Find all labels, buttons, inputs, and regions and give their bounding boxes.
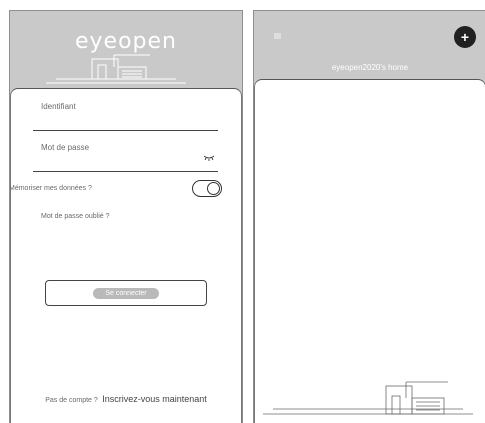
signup-link[interactable]: Inscrivez-vous maintenant — [102, 394, 207, 404]
connect-button-label: Se connecter — [93, 287, 159, 299]
house-illustration — [263, 381, 473, 415]
signup-row: Pas de compte ? Inscrivez-vous maintenan… — [11, 389, 241, 407]
login-screen: eyeopen Identifiant Mot de passe Mémoris… — [9, 10, 243, 423]
forgot-password-link[interactable]: Mot de passe oublié ? — [41, 213, 110, 220]
plus-icon: + — [460, 29, 470, 45]
login-card: Identifiant Mot de passe Mémoriser mes d… — [10, 88, 242, 423]
home-card — [254, 79, 485, 423]
eye-closed-icon[interactable] — [203, 155, 215, 161]
app-logo: eyeopen — [75, 29, 177, 54]
identifiant-field[interactable] — [33, 130, 218, 131]
password-label: Mot de passe — [41, 143, 90, 152]
menu-icon[interactable] — [274, 33, 281, 39]
no-account-text: Pas de compte ? — [45, 397, 98, 404]
connect-button[interactable]: Se connecter — [45, 280, 207, 306]
home-screen: + eyeopen2020's home — [253, 10, 485, 423]
toggle-knob — [207, 182, 220, 195]
remember-toggle[interactable] — [192, 180, 222, 197]
house-illustration — [46, 54, 186, 84]
home-title: eyeopen2020's home — [331, 63, 409, 72]
remember-label: Mémoriser mes données ? — [9, 185, 92, 192]
identifiant-label: Identifiant — [41, 102, 76, 111]
password-field[interactable] — [33, 171, 218, 172]
add-button[interactable]: + — [454, 26, 476, 48]
